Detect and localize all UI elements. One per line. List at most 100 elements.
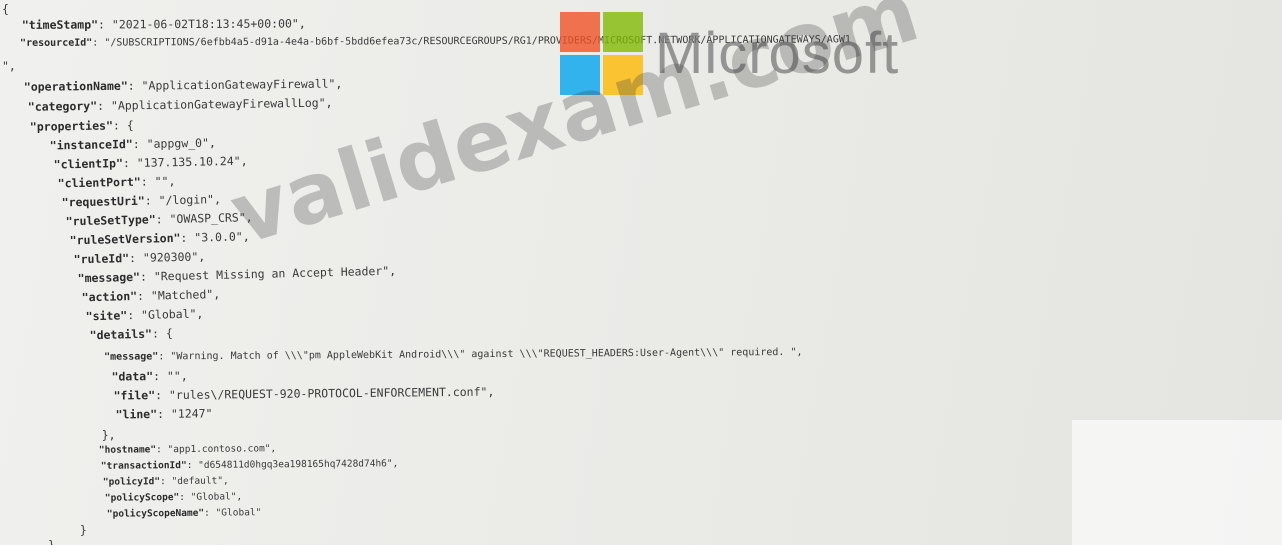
json-line: } (66, 522, 87, 538)
json-line: "category": "ApplicationGatewayFirewallL… (14, 95, 333, 115)
json-value: "920300" (142, 249, 199, 265)
json-line: "clientPort": "", (30, 173, 176, 192)
json-colon: : (156, 444, 168, 456)
json-line: "policyScope": "Global", (82, 489, 242, 507)
json-line: "instanceId": "appgw_0", (22, 135, 216, 154)
json-key: "policyScopeName" (106, 507, 205, 520)
json-value: "app1.contoso.com" (167, 443, 271, 456)
json-tail: , (222, 475, 229, 487)
json-value: "" (154, 174, 169, 189)
json-line: "requestUri": "/login", (34, 191, 222, 211)
json-value: "d654811d0hgq3ea198165hq7428d74h6" (198, 458, 393, 471)
json-value: "Request Missing an Accept Header" (153, 263, 390, 284)
json-key: "clientIp" (53, 156, 124, 172)
json-colon: : (158, 351, 171, 363)
json-key: "details" (89, 326, 153, 343)
json-colon: : (136, 288, 152, 303)
json-key: "resourceId" (20, 37, 93, 49)
json-line: "operationName": "ApplicationGatewayFire… (10, 76, 343, 95)
json-tail: , (213, 192, 222, 207)
json-line: "hostname": "app1.contoso.com", (76, 441, 276, 459)
json-tail: , (392, 458, 399, 470)
json-tail: , (796, 346, 803, 358)
json-tail: , (168, 173, 176, 189)
json-key: "file" (113, 388, 156, 403)
json-value: { (126, 118, 134, 133)
json-value: "2021-06-02T18:13:45+00:00" (111, 16, 299, 32)
json-tail: , (180, 368, 188, 383)
json-key: "ruleId" (73, 251, 130, 267)
json-colon: : (186, 459, 199, 472)
json-colon: : (153, 368, 168, 384)
json-value: ", (2, 59, 16, 73)
json-line: "policyScopeName": "Global" (84, 505, 262, 523)
json-key: "transactionId" (100, 460, 187, 472)
json-value: "Warning. Match of \\\"pm AppleWebKit An… (170, 346, 797, 363)
json-line: }, (74, 427, 116, 443)
json-key: "policyId" (102, 476, 161, 488)
json-tail: , (236, 491, 243, 503)
json-line: ", (2, 58, 16, 74)
json-key: "instanceId" (49, 137, 133, 153)
json-value: "/login" (158, 192, 215, 208)
json-value: "Global" (140, 306, 197, 322)
json-value: "Matched" (150, 287, 214, 303)
json-tail: , (208, 135, 216, 150)
json-key: "properties" (29, 118, 114, 134)
json-key: "requestUri" (61, 193, 145, 210)
json-line: } (48, 537, 55, 545)
json-value: "ApplicationGatewayFirewall" (141, 76, 336, 93)
json-line: "site": "Global", (58, 305, 204, 325)
json-key: "ruleSetType" (65, 212, 156, 229)
json-line: "ruleSetVersion": "3.0.0", (42, 228, 250, 249)
json-value: "Global" (190, 491, 237, 503)
json-value: } (79, 523, 87, 537)
json-tail: , (325, 95, 333, 110)
json-tail: , (196, 306, 204, 321)
json-line: "action": "Matched", (54, 286, 221, 306)
json-key: "hostname" (98, 444, 157, 456)
json-key: "site" (85, 308, 128, 324)
json-value: } (48, 538, 55, 545)
json-key: "line" (115, 406, 158, 422)
json-key: "clientPort" (57, 174, 141, 191)
json-line: "data": "", (70, 368, 188, 385)
json-key: "timeStamp" (21, 17, 99, 32)
json-colon: : (97, 98, 112, 113)
json-value: "" (166, 368, 181, 383)
json-tail: , (198, 249, 206, 264)
json-line: "timeStamp": "2021-06-02T18:13:45+00:00"… (8, 15, 306, 33)
json-tail: , (487, 384, 495, 399)
json-colon: : (139, 269, 155, 284)
json-colon: : (128, 250, 144, 266)
json-line: "properties": { (16, 117, 134, 135)
json-value: { (165, 326, 173, 341)
json-line: { (2, 1, 9, 17)
json-value: }, (101, 428, 116, 442)
json-tail: , (270, 443, 277, 455)
json-line: "details": { (62, 325, 173, 344)
json-tail: , (213, 286, 221, 302)
json-colon: : (144, 193, 159, 208)
json-line: "ruleId": "920300", (46, 248, 206, 268)
json-key: "policyScope" (104, 491, 180, 504)
json-colon: : (92, 37, 105, 49)
logo-square-red (560, 11, 600, 52)
json-colon: : (204, 507, 216, 519)
json-line: "ruleSetType": "OWASP_CRS", (38, 209, 253, 230)
